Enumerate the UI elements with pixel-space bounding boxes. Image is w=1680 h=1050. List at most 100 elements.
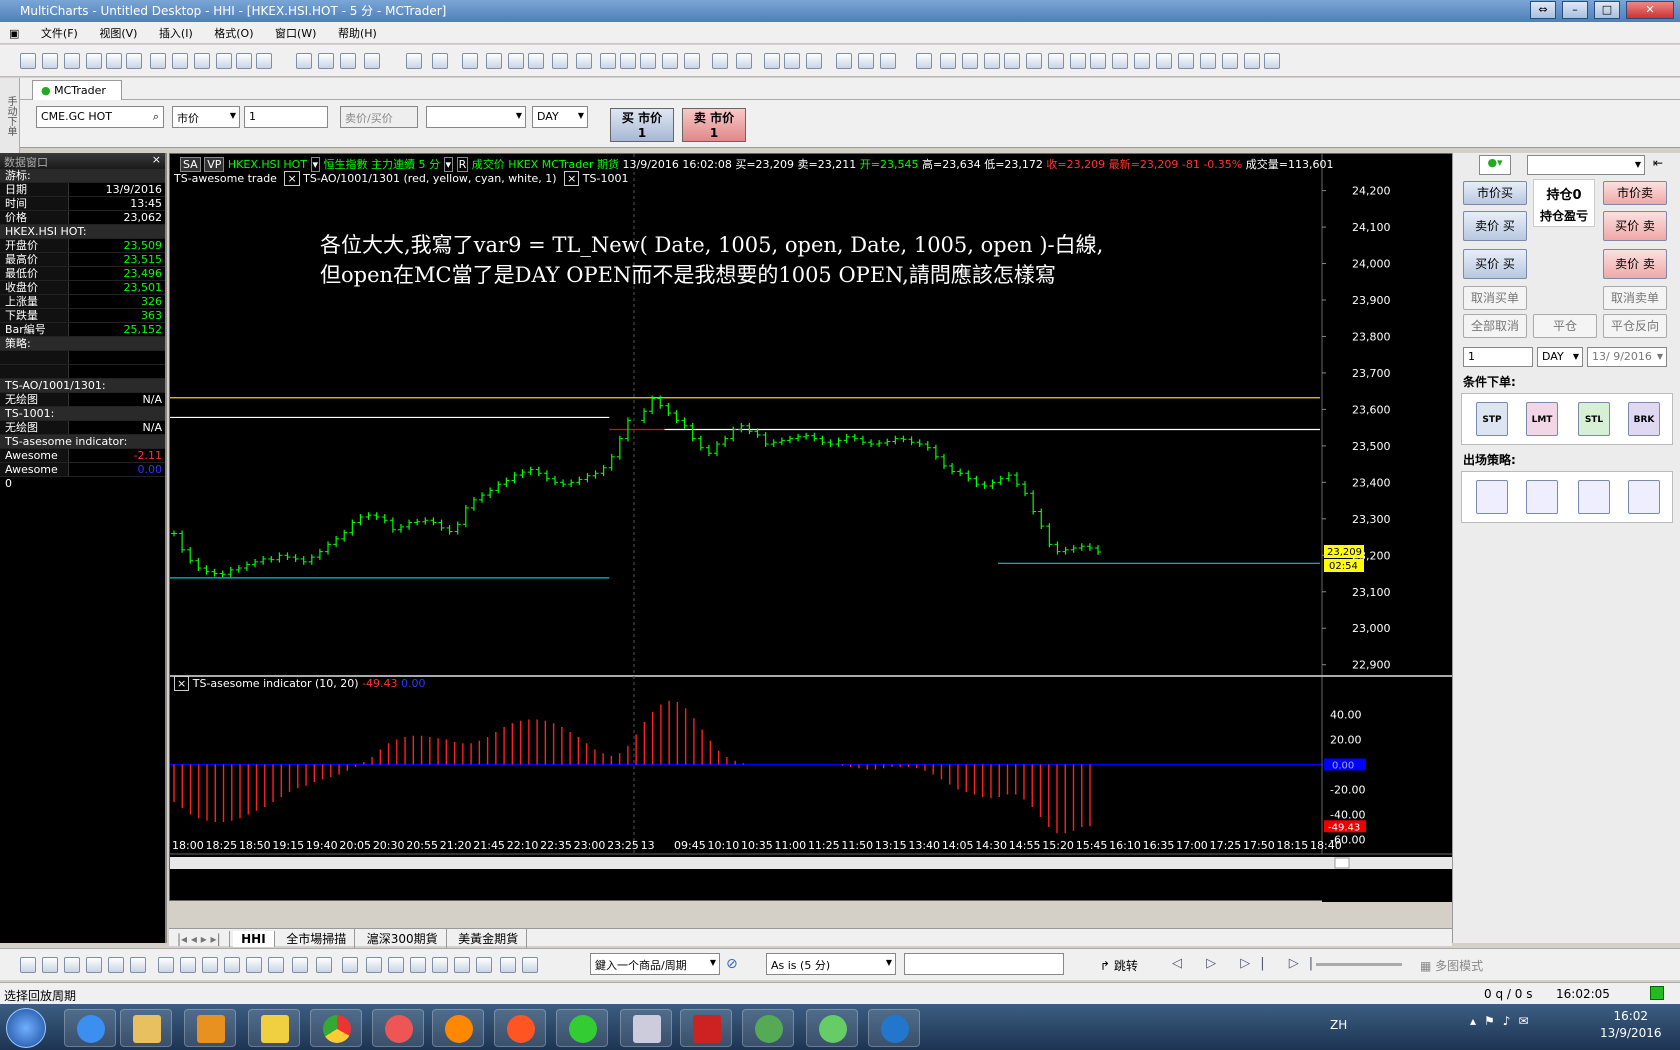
toolbar-button-icon[interactable] bbox=[42, 53, 58, 69]
toolbar-button-icon[interactable] bbox=[216, 53, 232, 69]
drawing-tool-icon[interactable] bbox=[64, 957, 80, 973]
menu-insert[interactable]: 插入(I) bbox=[150, 22, 202, 44]
sheet-tab-gold[interactable]: 美黃金期貨 bbox=[450, 929, 528, 948]
playback-slider[interactable] bbox=[1316, 963, 1402, 966]
close-button[interactable]: ✕ bbox=[1626, 1, 1674, 19]
taskbar-chrome-icon[interactable] bbox=[310, 1009, 362, 1047]
ask-sell-button[interactable]: 卖价 卖 bbox=[1603, 249, 1667, 279]
toolbar-button-icon[interactable] bbox=[916, 53, 932, 69]
drawing-tool-icon[interactable] bbox=[432, 957, 448, 973]
sa-badge[interactable]: SA bbox=[180, 157, 201, 172]
cancel-buy-button[interactable]: 取消买单 bbox=[1463, 286, 1527, 310]
side-label[interactable]: 手动下单 bbox=[3, 96, 18, 136]
study-awesome-trade[interactable]: TS-awesome trade bbox=[174, 172, 277, 185]
chevron-down-icon[interactable]: ▾ bbox=[310, 157, 321, 172]
toolbar-button-icon[interactable] bbox=[940, 53, 956, 69]
study-ts-ao[interactable]: TS-AO/1001/1301 bbox=[303, 172, 400, 185]
drawing-tool-icon[interactable] bbox=[522, 957, 538, 973]
chevron-down-icon[interactable]: ▾ bbox=[443, 157, 454, 172]
toolbar-button-icon[interactable] bbox=[764, 53, 780, 69]
connection-toggle[interactable]: ●▾ bbox=[1479, 155, 1511, 175]
maximize-button[interactable]: □ bbox=[1594, 1, 1620, 19]
toolbar-button-icon[interactable] bbox=[1048, 53, 1064, 69]
drawing-tool-icon[interactable] bbox=[42, 957, 58, 973]
drawing-tool-icon[interactable] bbox=[268, 957, 284, 973]
playback-controls[interactable]: ◁ ▷ ▷| ▷| bbox=[1172, 956, 1323, 971]
sheet-tab-hs300[interactable]: 滬深300期貨 bbox=[359, 929, 447, 948]
toolbar-button-icon[interactable] bbox=[984, 53, 1000, 69]
account-select[interactable] bbox=[426, 106, 526, 128]
taskbar-clock[interactable]: 16:02 13/9/2016 bbox=[1600, 1008, 1662, 1042]
cancel-all-button[interactable]: 全部取消 bbox=[1463, 314, 1527, 338]
toolbar-button-icon[interactable] bbox=[962, 53, 978, 69]
toolbar-button-icon[interactable] bbox=[528, 53, 544, 69]
stl-order-icon[interactable]: STL bbox=[1578, 402, 1610, 436]
toolbar-button-icon[interactable] bbox=[1004, 53, 1020, 69]
sheet-tab-scan[interactable]: 全市場掃描 bbox=[278, 929, 356, 948]
taskbar-firefox-icon[interactable] bbox=[432, 1009, 484, 1047]
toolbar-button-icon[interactable] bbox=[296, 53, 312, 69]
date-jump-input[interactable] bbox=[904, 953, 1064, 975]
resolution-select[interactable]: As is (5 分) bbox=[766, 953, 896, 975]
toolbar-button-icon[interactable] bbox=[1200, 53, 1216, 69]
toolbar-button-icon[interactable] bbox=[684, 53, 700, 69]
toolbar-button-icon[interactable] bbox=[150, 53, 166, 69]
start-button[interactable] bbox=[6, 1008, 46, 1048]
price-input[interactable]: 卖价/买价 bbox=[340, 106, 418, 128]
panel-qty-input[interactable]: 1 bbox=[1463, 347, 1533, 367]
toolbar-button-icon[interactable] bbox=[256, 53, 272, 69]
drawing-tool-icon[interactable] bbox=[158, 957, 174, 973]
sheet-tab-hhi[interactable]: HHI bbox=[233, 931, 275, 947]
toolbar-button-icon[interactable] bbox=[662, 53, 678, 69]
minimize-button[interactable]: – bbox=[1562, 1, 1588, 19]
close-icon[interactable]: × bbox=[174, 676, 190, 691]
toolbar-button-icon[interactable] bbox=[620, 53, 636, 69]
flatten-button[interactable]: 平仓 bbox=[1533, 314, 1597, 338]
toolbar-button-icon[interactable] bbox=[1134, 53, 1150, 69]
toolbar-button-icon[interactable] bbox=[1112, 53, 1128, 69]
drawing-tool-icon[interactable] bbox=[86, 957, 102, 973]
toolbar-button-icon[interactable] bbox=[880, 53, 896, 69]
close-icon[interactable]: × bbox=[284, 171, 300, 186]
toolbar-button-icon[interactable] bbox=[340, 53, 356, 69]
ask-buy-button[interactable]: 卖价 买 bbox=[1463, 211, 1527, 241]
sheet-nav-icons[interactable]: |◂ ◂ ▸ ▸| bbox=[169, 931, 230, 947]
account-select-right[interactable] bbox=[1527, 155, 1645, 175]
language-indicator[interactable]: ZH bbox=[1330, 1018, 1347, 1032]
drawing-tool-icon[interactable] bbox=[454, 957, 470, 973]
toolbar-button-icon[interactable] bbox=[172, 53, 188, 69]
drawing-tool-icon[interactable] bbox=[410, 957, 426, 973]
bid-sell-button[interactable]: 买价 卖 bbox=[1603, 211, 1667, 241]
market-buy-button[interactable]: 市价买 bbox=[1463, 181, 1527, 205]
search-icon[interactable]: ⌕ bbox=[153, 110, 159, 124]
taskbar-globe-icon[interactable] bbox=[806, 1009, 858, 1047]
drawing-tool-icon[interactable] bbox=[202, 957, 218, 973]
exit-strategy-3-icon[interactable] bbox=[1578, 480, 1610, 514]
tab-mctrader[interactable]: ● MCTrader bbox=[32, 80, 122, 100]
menu-help[interactable]: 帮助(H) bbox=[329, 22, 386, 44]
toolbar-button-icon[interactable] bbox=[640, 53, 656, 69]
drawing-tool-icon[interactable] bbox=[180, 957, 196, 973]
toolbar-button-icon[interactable] bbox=[1026, 53, 1042, 69]
reverse-button[interactable]: 平仓反向 bbox=[1603, 314, 1667, 338]
vp-badge[interactable]: VP bbox=[204, 157, 225, 172]
refresh-icon[interactable]: ⊘ bbox=[726, 956, 738, 972]
toolbar-button-icon[interactable] bbox=[576, 53, 592, 69]
buy-market-button[interactable]: 买 市价 1 bbox=[610, 108, 674, 142]
order-type-select[interactable]: 市价 bbox=[172, 106, 240, 128]
drawing-tool-icon[interactable] bbox=[342, 957, 358, 973]
lmt-order-icon[interactable]: LMT bbox=[1526, 402, 1558, 436]
r-badge[interactable]: R bbox=[456, 157, 469, 172]
taskbar-player-icon[interactable] bbox=[494, 1009, 546, 1047]
taskbar-media-icon[interactable] bbox=[184, 1009, 236, 1047]
multi-chart-mode[interactable]: ▦ 多图模式 bbox=[1420, 957, 1483, 974]
stp-order-icon[interactable]: STP bbox=[1476, 402, 1508, 436]
menu-file[interactable]: 文件(F) bbox=[32, 22, 87, 44]
exit-strategy-4-icon[interactable] bbox=[1628, 480, 1660, 514]
drawing-tool-icon[interactable] bbox=[246, 957, 262, 973]
app-icon[interactable]: ▣ bbox=[0, 24, 28, 43]
indicator-name[interactable]: TS-asesome indicator bbox=[193, 677, 312, 690]
close-icon[interactable]: × bbox=[152, 153, 161, 166]
menu-window[interactable]: 窗口(W) bbox=[266, 22, 325, 44]
toolbar-button-icon[interactable] bbox=[86, 53, 102, 69]
